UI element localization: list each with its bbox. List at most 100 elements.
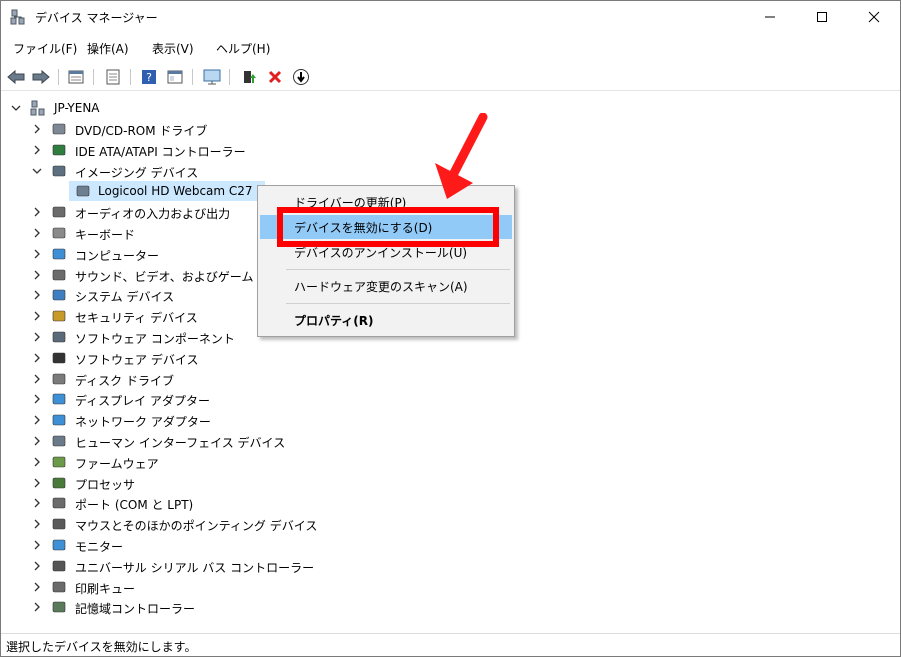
menu-bar: ファイル(F) 操作(A) 表示(V) ヘルプ(H) bbox=[1, 37, 900, 59]
view-button[interactable] bbox=[165, 67, 185, 87]
update-driver-button[interactable] bbox=[239, 67, 259, 87]
scan-button[interactable] bbox=[202, 67, 222, 87]
chevron-right-icon[interactable] bbox=[32, 207, 42, 217]
tree-category[interactable]: オーディオの入力および出力 bbox=[1, 202, 301, 222]
tree-category[interactable]: マウスとそのほかのポインティング デバイス bbox=[1, 514, 317, 534]
tree-category[interactable]: イメージング デバイス bbox=[1, 161, 301, 181]
tree-category[interactable]: ディスク ドライブ bbox=[1, 369, 301, 389]
tree-category[interactable]: システム デバイス bbox=[1, 285, 301, 305]
chevron-right-icon[interactable] bbox=[32, 145, 42, 155]
close-button[interactable] bbox=[851, 1, 897, 33]
chevron-right-icon[interactable] bbox=[32, 228, 42, 238]
chevron-right-icon[interactable] bbox=[32, 374, 42, 384]
tree-category[interactable]: セキュリティ デバイス bbox=[1, 306, 301, 326]
tree-category[interactable]: モニター bbox=[1, 535, 301, 555]
chevron-right-icon[interactable] bbox=[32, 249, 42, 259]
status-text: 選択したデバイスを無効にします。 bbox=[6, 640, 197, 654]
forward-button[interactable] bbox=[31, 67, 51, 87]
menu-file[interactable]: ファイル(F) bbox=[13, 40, 77, 57]
chevron-right-icon[interactable] bbox=[32, 311, 42, 321]
chevron-right-icon[interactable] bbox=[32, 270, 42, 280]
tree-category-label: ディスプレイ アダプター bbox=[75, 394, 210, 409]
properties-button[interactable] bbox=[66, 67, 86, 87]
chevron-right-icon[interactable] bbox=[32, 561, 42, 571]
update-button[interactable] bbox=[103, 67, 123, 87]
chevron-right-icon[interactable] bbox=[32, 498, 42, 508]
back-button[interactable] bbox=[6, 67, 26, 87]
tree-category[interactable]: プロセッサ bbox=[1, 473, 301, 493]
maximize-button[interactable] bbox=[799, 1, 845, 33]
tree-category-label: ネットワーク アダプター bbox=[75, 415, 211, 430]
tree-category-label: ファームウェア bbox=[75, 456, 159, 471]
keyboard-icon bbox=[52, 227, 66, 239]
port-icon bbox=[52, 498, 66, 509]
close-icon bbox=[868, 11, 880, 23]
minimize-icon bbox=[765, 16, 775, 18]
chevron-right-icon[interactable] bbox=[32, 353, 42, 363]
ide-controller-icon bbox=[52, 144, 66, 156]
minimize-button[interactable] bbox=[747, 1, 793, 33]
chevron-right-icon[interactable] bbox=[32, 394, 42, 404]
chevron-right-icon[interactable] bbox=[32, 582, 42, 592]
print-queue-icon bbox=[52, 581, 66, 592]
tree-category[interactable]: ソフトウェア デバイス bbox=[1, 348, 301, 368]
chevron-right-icon[interactable] bbox=[32, 124, 42, 134]
tree-category[interactable]: ヒューマン インターフェイス デバイス bbox=[1, 431, 301, 451]
ctx-properties[interactable]: プロパティ(R) bbox=[260, 308, 512, 332]
tree-category-label: キーボード bbox=[75, 228, 136, 242]
tree-category[interactable]: ディスプレイ アダプター bbox=[1, 389, 301, 409]
menu-view[interactable]: 表示(V) bbox=[152, 40, 194, 57]
computer-tree-icon bbox=[30, 100, 45, 116]
help-button[interactable]: ? bbox=[139, 67, 159, 87]
toolbar: ? bbox=[1, 63, 900, 91]
menu-action[interactable]: 操作(A) bbox=[87, 40, 129, 57]
chevron-right-icon[interactable] bbox=[32, 290, 42, 300]
ctx-scan-hardware-label: ハードウェア変更のスキャン(A) bbox=[294, 279, 468, 294]
chevron-right-icon[interactable] bbox=[32, 519, 42, 529]
monitor-icon bbox=[52, 539, 66, 551]
mouse-icon bbox=[52, 518, 66, 530]
ctx-scan-hardware[interactable]: ハードウェア変更のスキャン(A) bbox=[260, 274, 512, 298]
chevron-right-icon[interactable] bbox=[32, 602, 42, 612]
tree-category-label: ソフトウェア デバイス bbox=[75, 352, 199, 367]
hid-icon bbox=[52, 435, 66, 447]
disable-device-button[interactable] bbox=[291, 67, 311, 87]
tree-category[interactable]: 記憶域コントローラー bbox=[1, 597, 301, 617]
uninstall-button[interactable] bbox=[265, 67, 285, 87]
tree-category[interactable]: キーボード bbox=[1, 223, 301, 243]
tree-category-label: マウスとそのほかのポインティング デバイス bbox=[75, 519, 318, 534]
chevron-down-icon[interactable] bbox=[32, 166, 42, 176]
tree-device[interactable]: Logicool HD Webcam C27 bbox=[1, 181, 301, 201]
tree-category-label: セキュリティ デバイス bbox=[75, 311, 198, 326]
tree-category[interactable]: IDE ATA/ATAPI コントローラー bbox=[1, 140, 301, 160]
security-device-icon bbox=[52, 310, 66, 322]
tree-root[interactable]: JP-YENA bbox=[1, 98, 301, 118]
chevron-right-icon[interactable] bbox=[32, 332, 42, 342]
chevron-right-icon[interactable] bbox=[32, 415, 42, 425]
tree-category[interactable]: DVD/CD-ROM ドライブ bbox=[1, 119, 301, 139]
menu-help[interactable]: ヘルプ(H) bbox=[216, 40, 270, 57]
tree-category-label: ヒューマン インターフェイス デバイス bbox=[75, 436, 286, 450]
tree-category[interactable]: ポート (COM と LPT) bbox=[1, 493, 301, 513]
speaker-icon bbox=[52, 206, 66, 218]
tree-category[interactable]: 印刷キュー bbox=[1, 577, 301, 597]
tree-category[interactable]: ソフトウェア コンポーネント bbox=[1, 327, 301, 347]
tree-category[interactable]: ネットワーク アダプター bbox=[1, 410, 301, 430]
properties-icon bbox=[68, 70, 84, 84]
tree-category-label: モニター bbox=[75, 540, 124, 554]
disk-drive-icon bbox=[52, 373, 66, 384]
status-bar: 選択したデバイスを無効にします。 bbox=[1, 633, 900, 656]
chevron-right-icon[interactable] bbox=[32, 457, 42, 467]
tree-category[interactable]: ファームウェア bbox=[1, 452, 301, 472]
software-component-icon bbox=[52, 331, 66, 343]
chevron-right-icon[interactable] bbox=[32, 436, 42, 446]
tree-category[interactable]: サウンド、ビデオ、およびゲーム コン bbox=[1, 265, 301, 285]
chevron-right-icon[interactable] bbox=[32, 540, 42, 550]
tree-category[interactable]: ユニバーサル シリアル バス コントローラー bbox=[1, 556, 314, 576]
sound-icon bbox=[52, 269, 66, 280]
window-title: デバイス マネージャー bbox=[35, 11, 158, 25]
tree-category[interactable]: コンピューター bbox=[1, 244, 301, 264]
help-icon: ? bbox=[142, 70, 156, 84]
tree-category-label: 記憶域コントローラー bbox=[75, 602, 196, 617]
chevron-right-icon[interactable] bbox=[32, 478, 42, 488]
